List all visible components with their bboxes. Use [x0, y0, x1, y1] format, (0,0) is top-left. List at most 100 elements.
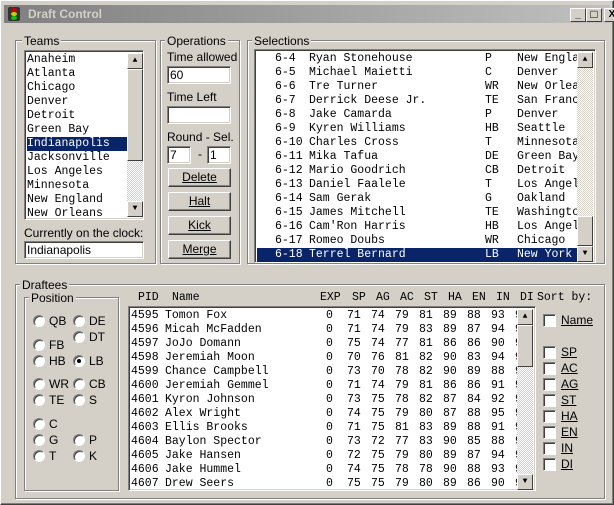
delete-button[interactable]: Delete [168, 168, 231, 187]
team-list-item[interactable]: Detroit [27, 109, 127, 123]
draftee-row[interactable]: 4604Baylon Spector07372778390858893 [129, 435, 529, 449]
selection-row[interactable]: 6-17 Romeo Doubs WR Chicago [257, 234, 577, 248]
merge-button[interactable]: Merge [168, 240, 231, 259]
teams-listbox[interactable]: Anaheim Atlanta Chicago Denver Detroit Green … [24, 50, 144, 220]
draftee-row[interactable]: 4606Jake Hummel07475787890889393 [129, 463, 529, 477]
position: LB [485, 248, 499, 261]
team-list-item[interactable]: Indianapolis [27, 137, 127, 151]
draftee-row[interactable]: 4600Jeremiah Gemmel07174798186869192 [129, 379, 529, 393]
team-list-item[interactable]: Atlanta [27, 67, 127, 81]
selection-row[interactable]: 6-16 Cam'Ron Harris HB Los Angele [257, 220, 586, 234]
selection-row[interactable]: 6-12 Mario Goodrich CB Detroit [257, 164, 577, 178]
scroll-up-icon[interactable]: ▲ [577, 52, 593, 68]
selection-row[interactable]: 6-14 Sam Gerak G Oakland [257, 192, 577, 206]
team-list-item[interactable]: Anaheim [27, 53, 127, 67]
sel-input[interactable]: 1 [207, 146, 231, 164]
column-header-ag[interactable]: AG [376, 291, 390, 304]
cell-exp: 0 [326, 309, 333, 322]
cell-st: 81 [419, 337, 433, 350]
team-list-item[interactable]: Denver [27, 95, 127, 109]
scroll-up-icon[interactable]: ▲ [127, 53, 143, 69]
scroll-down-icon[interactable]: ▼ [517, 474, 533, 490]
column-header-sp[interactable]: SP [352, 291, 366, 304]
time-left-input[interactable] [167, 106, 231, 124]
draftee-row[interactable]: 4605Jake Hansen07275798089879494 [129, 449, 529, 463]
radio-icon [33, 355, 45, 367]
selection-row[interactable]: 6-9 Kyren Williams HB Seattle [257, 122, 577, 136]
cell-en: 88 [467, 463, 481, 476]
draftee-row[interactable]: 4603Ellis Brooks07175818389889194 [129, 421, 529, 435]
team-list-item[interactable]: Minnesota [27, 179, 127, 193]
draftee-row[interactable]: 4596Micah McFadden07174798389879494 [129, 323, 529, 337]
selections-scrollbar[interactable]: ▲ ▼ [577, 52, 593, 262]
cell-name: Micah McFadden [165, 323, 262, 336]
team: Detroit [517, 164, 566, 177]
scroll-down-icon[interactable]: ▼ [127, 201, 143, 217]
teams-scrollbar[interactable]: ▲ ▼ [127, 53, 143, 217]
team-list-item[interactable]: Los Angeles [27, 165, 127, 179]
radio-icon [33, 450, 45, 462]
selection-row[interactable]: 6-6 Tre Turner WR New Orlean [257, 80, 586, 94]
selection-row[interactable]: 6-4 Ryan Stonehouse P New Englan [257, 52, 586, 66]
team-list-item[interactable]: Green Bay [27, 123, 127, 137]
draftee-row[interactable]: 4595Tomon Fox07174798189889393 [129, 309, 529, 323]
selection-row[interactable]: 6-7 Derrick Deese Jr. TE San Franci [257, 94, 586, 108]
column-header-di[interactable]: DI [520, 291, 534, 304]
column-header-in[interactable]: IN [496, 291, 510, 304]
draftees-listbox[interactable]: 4595Tomon Fox071747981898893934596Micah … [128, 306, 536, 491]
column-header-ha[interactable]: HA [448, 291, 462, 304]
pick-number: 6-11 [275, 150, 303, 163]
draftee-row[interactable]: 4601Kyron Johnson07375788287849290 [129, 393, 529, 407]
column-header-st[interactable]: ST [424, 291, 438, 304]
cell-ag: 75 [371, 449, 385, 462]
scroll-thumb[interactable] [517, 325, 533, 367]
selection-row[interactable]: 6-11 Mika Tafua DE Green Bay [257, 150, 579, 164]
selection-row[interactable]: 6-15 James Mitchell TE Washington [257, 206, 586, 220]
kick-button[interactable]: Kick [168, 216, 231, 235]
draftee-row[interactable]: 4607Drew Seers07575798089869094 [129, 477, 529, 490]
team: Los Angele [517, 178, 587, 191]
cell-pid: 4603 [131, 421, 159, 434]
cell-ha: 89 [443, 421, 457, 434]
selections-listbox[interactable]: 6-4 Ryan Stonehouse P New Englan 6-5 Michael … [254, 49, 596, 263]
time-allowed-input[interactable]: 60 [167, 66, 231, 84]
column-header-ac[interactable]: AC [400, 291, 414, 304]
column-header-name[interactable]: Name [172, 291, 200, 304]
radio-label: DT [89, 330, 105, 344]
cell-exp: 0 [326, 337, 333, 350]
clock-field[interactable]: Indianapolis [24, 241, 144, 259]
draftee-row[interactable]: 4597JoJo Domann07574778186869090 [129, 337, 529, 351]
selection-row[interactable]: 6-8 Jake Camarda P Denver [257, 108, 577, 122]
halt-button[interactable]: Halt [168, 192, 231, 211]
team-list-item[interactable]: New England [27, 193, 127, 207]
cell-sp: 71 [347, 379, 361, 392]
draftees-scrollbar[interactable]: ▲ ▼ [517, 309, 533, 490]
close-button[interactable]: X [604, 8, 614, 22]
cell-exp: 0 [326, 393, 333, 406]
selection-row[interactable]: 6-13 Daniel Faalele T Los Angele [257, 178, 586, 192]
selection-row[interactable]: 6-10 Charles Cross T Minnesota [257, 136, 579, 150]
team-list-item[interactable]: Chicago [27, 81, 127, 95]
cell-ha: 87 [443, 393, 457, 406]
draftee-row[interactable]: 4599Chance Campbell07370788290898893 [129, 365, 529, 379]
scroll-thumb[interactable] [577, 216, 593, 246]
selection-row[interactable]: 6-5 Michael Maietti C Denver [257, 66, 577, 80]
column-header-exp[interactable]: EXP [320, 291, 341, 304]
scroll-up-icon[interactable]: ▲ [517, 309, 533, 325]
checkbox-label: AG [561, 377, 579, 391]
column-header-pid[interactable]: PID [138, 291, 159, 304]
time-left-label: Time Left [167, 90, 217, 104]
column-header-en[interactable]: EN [472, 291, 486, 304]
draftee-row[interactable]: 4602Alex Wright07475798087889595 [129, 407, 529, 421]
cell-ha: 86 [443, 337, 457, 350]
title-bar[interactable]: Draft Control _ □ X [4, 5, 614, 23]
scroll-down-icon[interactable]: ▼ [577, 246, 593, 262]
team-list-item[interactable]: New Orleans [27, 207, 127, 219]
scroll-thumb[interactable] [127, 69, 143, 161]
round-input[interactable]: 7 [167, 146, 191, 164]
team-list-item[interactable]: Jacksonville [27, 151, 127, 165]
selection-row[interactable]: 6-18 Terrel Bernard LB New York A [257, 248, 586, 262]
minimize-button[interactable]: _ [570, 8, 586, 22]
draftee-row[interactable]: 4598Jeremiah Moon07076818290839491 [129, 351, 529, 365]
maximize-button[interactable]: □ [586, 8, 602, 22]
